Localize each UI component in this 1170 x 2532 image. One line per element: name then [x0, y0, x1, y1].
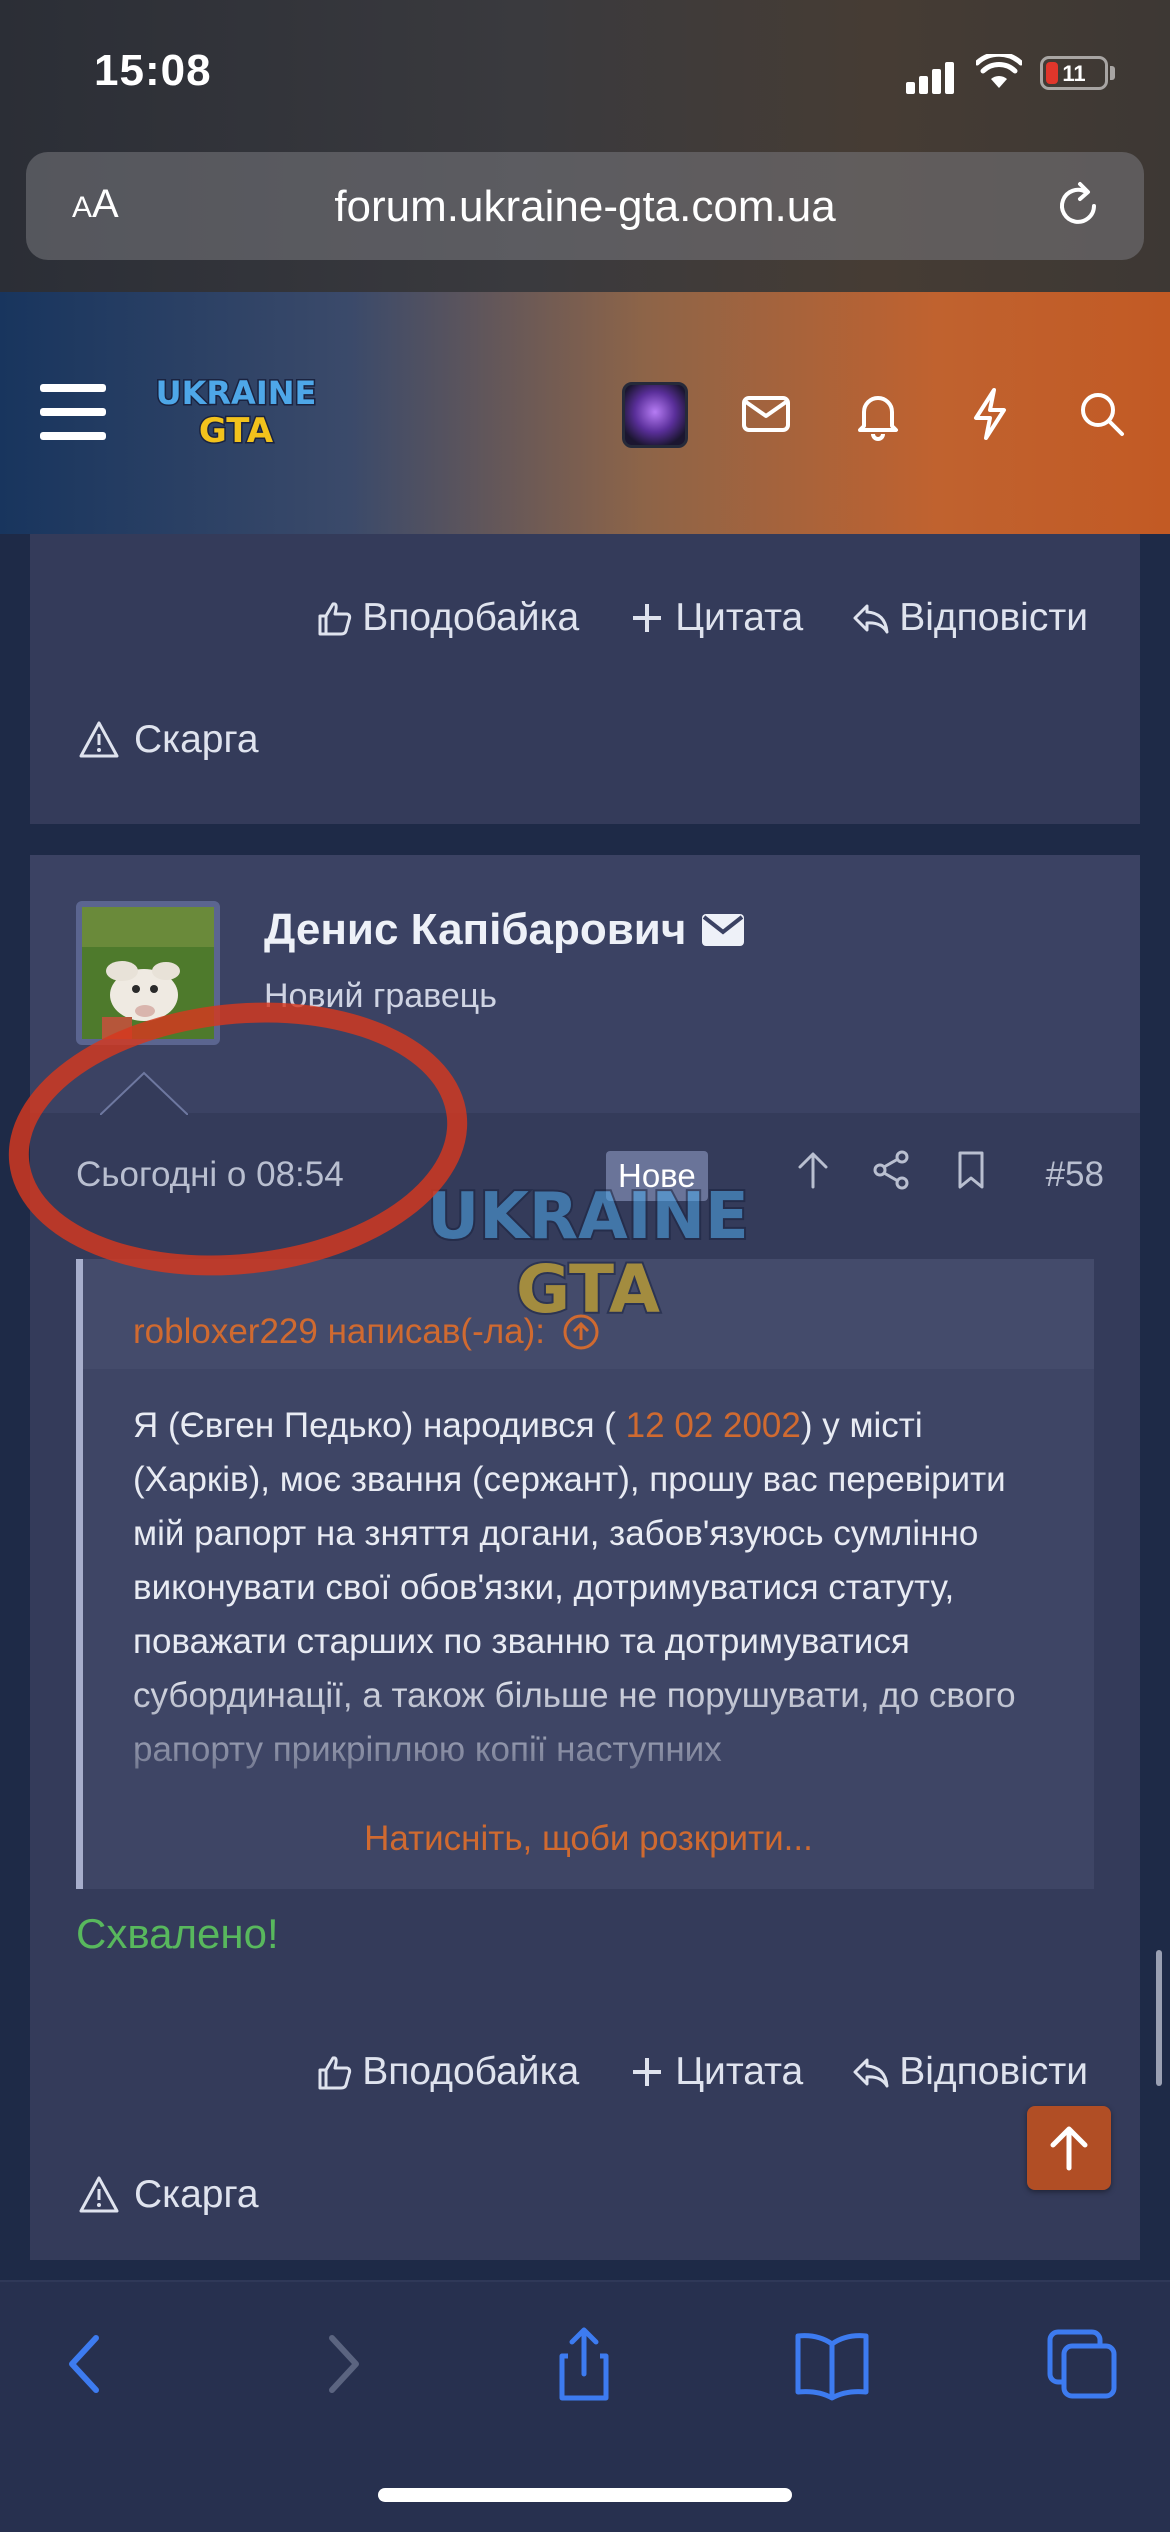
tabs-icon[interactable]: [1040, 2322, 1124, 2406]
reply-icon: [853, 2058, 889, 2088]
search-icon[interactable]: [1072, 384, 1132, 444]
site-logo[interactable]: UKRAINE GTA: [154, 368, 318, 453]
quote-date: 12 02 2002: [625, 1406, 801, 1445]
plus-icon: [633, 2058, 662, 2086]
thumbs-up-icon: [318, 2056, 352, 2090]
thumbs-up-icon: [318, 602, 352, 636]
plus-icon: [633, 604, 662, 632]
share-icon[interactable]: [868, 1147, 914, 1193]
post-actions: Вподобайка Цитата Відповісти: [314, 596, 1088, 640]
arrow-up-icon[interactable]: [790, 1147, 836, 1193]
author-name[interactable]: Денис Капібарович: [264, 905, 746, 955]
forum-header: UKRAINE GTA: [0, 292, 1170, 534]
svg-text:UKRAINE: UKRAINE: [156, 374, 317, 412]
watermark-logo: UKRAINE GTA: [425, 1178, 750, 1326]
report-button[interactable]: Скарга: [78, 718, 259, 762]
menu-icon[interactable]: [40, 384, 106, 440]
cellular-signal-icon: [906, 60, 956, 94]
reply-button[interactable]: Відповісти: [851, 2050, 1088, 2094]
status-time: 15:08: [94, 46, 212, 95]
arrow-up-icon: [1050, 2126, 1088, 2171]
bell-icon[interactable]: [848, 384, 908, 444]
post-number[interactable]: #58: [1046, 1155, 1104, 1195]
like-button[interactable]: Вподобайка: [314, 596, 579, 640]
status-bar: 15:08 11: [0, 0, 1170, 150]
svg-text:GTA: GTA: [199, 411, 274, 451]
wifi-icon: [976, 54, 1022, 88]
quote-button[interactable]: Цитата: [627, 2050, 803, 2094]
post-body: Схвалено!: [76, 1910, 279, 1957]
url-text[interactable]: forum.ukraine-gta.com.ua: [26, 182, 1144, 232]
lightning-icon[interactable]: [960, 384, 1020, 444]
svg-text:UKRAINE: UKRAINE: [427, 1180, 748, 1254]
post-actions: Вподобайка Цитата Відповісти: [314, 2050, 1088, 2094]
envelope-icon[interactable]: [700, 912, 746, 948]
like-button[interactable]: Вподобайка: [314, 2050, 579, 2094]
quote-block: robloxer229 написав(-ла): Я (Євген Педьк…: [76, 1259, 1094, 1889]
reply-icon: [853, 604, 889, 634]
share-icon[interactable]: [542, 2322, 626, 2406]
expand-quote-link[interactable]: Натисніть, щоби розкрити...: [83, 1819, 1094, 1859]
warning-icon: [79, 721, 119, 758]
reply-button[interactable]: Відповісти: [851, 596, 1088, 640]
back-icon[interactable]: [46, 2322, 130, 2406]
battery-level: 11: [1062, 61, 1086, 86]
previous-post-footer: Вподобайка Цитата Відповісти Скарга: [30, 534, 1140, 824]
address-bar[interactable]: AA forum.ukraine-gta.com.ua: [26, 152, 1144, 260]
browser-chrome-top: 15:08 11 AA forum.ukraine-gta.com.ua: [0, 0, 1170, 292]
battery-icon: 11: [1040, 56, 1108, 90]
quote-button[interactable]: Цитата: [627, 596, 803, 640]
report-button[interactable]: Скарга: [78, 2173, 259, 2217]
home-indicator[interactable]: [378, 2488, 792, 2502]
bookmark-icon[interactable]: [948, 1147, 994, 1193]
warning-icon: [79, 2176, 119, 2213]
mail-icon[interactable]: [736, 384, 796, 444]
user-avatar[interactable]: [622, 382, 688, 448]
bookmarks-icon[interactable]: [790, 2322, 874, 2406]
reload-icon[interactable]: [1050, 178, 1106, 234]
svg-text:GTA: GTA: [516, 1251, 660, 1326]
forward-icon[interactable]: [298, 2322, 382, 2406]
scrollbar[interactable]: [1156, 1950, 1162, 2086]
scroll-to-top-button[interactable]: [1027, 2106, 1111, 2190]
